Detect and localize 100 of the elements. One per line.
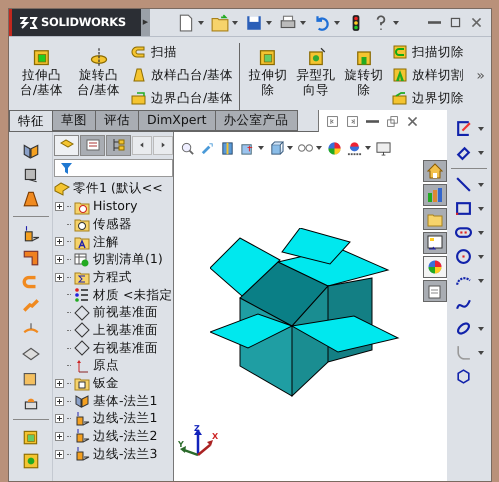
tree-item[interactable]: 前视基准面 — [93, 303, 158, 322]
sketch-tool-button[interactable] — [454, 120, 484, 137]
command-button[interactable]: 拉伸凸台/基体 — [17, 43, 66, 97]
tab[interactable]: 草图 — [52, 110, 96, 131]
command-button[interactable]: 异型孔向导 — [296, 43, 336, 97]
command-button[interactable]: 拉伸切除 — [248, 43, 288, 97]
caret-icon[interactable] — [316, 146, 322, 150]
view-button[interactable] — [220, 140, 235, 156]
viewport-window-button[interactable] — [405, 114, 419, 128]
task-pane-tab[interactable] — [423, 280, 447, 302]
caret-icon[interactable] — [232, 20, 238, 24]
minimize-icon — [428, 21, 440, 24]
tree-item[interactable]: 材质 <未指定 — [93, 286, 172, 304]
command-button[interactable]: 旋转切除 — [344, 43, 384, 97]
loft-icon — [131, 67, 147, 83]
panel-tab[interactable] — [106, 134, 131, 156]
view-button[interactable] — [347, 140, 371, 156]
sketch-tool-button[interactable] — [454, 144, 484, 161]
command-button[interactable]: 扫描切除 — [392, 43, 464, 61]
expand-toggle[interactable] — [54, 396, 64, 406]
caret-icon[interactable] — [478, 182, 484, 186]
tab[interactable]: 特征 — [9, 110, 53, 131]
tree-item[interactable]: 基体-法兰1 — [93, 392, 158, 410]
window-button[interactable] — [469, 16, 483, 30]
command-button[interactable]: 边界切除 — [392, 89, 464, 107]
toolbar-button[interactable] — [22, 249, 40, 267]
expand-toggle[interactable] — [54, 414, 64, 424]
panel-tab[interactable] — [54, 134, 79, 156]
caret-icon[interactable] — [198, 20, 204, 24]
more-commands[interactable]: » — [476, 66, 485, 87]
caret-icon[interactable] — [365, 146, 371, 150]
task-pane-tab[interactable] — [423, 160, 447, 182]
view-button[interactable] — [269, 140, 293, 156]
sketch-tool-button[interactable] — [454, 248, 484, 265]
tree-item[interactable]: 原点 — [93, 356, 119, 376]
tab[interactable]: 办公室产品 — [214, 110, 298, 131]
window-button[interactable] — [448, 16, 462, 30]
toolbar-button[interactable] — [22, 142, 40, 160]
sketch-tool-button[interactable] — [454, 224, 484, 241]
tree-item[interactable]: 边线-法兰1 — [93, 409, 158, 428]
tree-item[interactable]: 传感器 — [93, 214, 132, 234]
task-pane-tab[interactable] — [423, 232, 447, 254]
section-icon — [220, 140, 235, 156]
circle-icon — [454, 248, 472, 265]
caret-icon[interactable] — [258, 146, 264, 150]
expand-toggle[interactable] — [54, 202, 64, 212]
tree-item[interactable]: 方程式 — [93, 268, 132, 287]
viewport-window-button[interactable] — [385, 114, 399, 128]
sketch-tool-button[interactable] — [454, 200, 484, 217]
sketch-tool-button[interactable] — [454, 176, 484, 193]
expand-toggle[interactable] — [54, 255, 64, 264]
caret-icon[interactable] — [393, 20, 399, 24]
caret-icon[interactable] — [478, 230, 484, 234]
tree-item[interactable]: 上视基准面 — [93, 320, 158, 340]
viewport-window-button[interactable] — [345, 114, 359, 128]
command-button[interactable]: 放样切割 — [392, 66, 464, 84]
color-ball-icon — [427, 259, 443, 275]
caret-icon[interactable] — [478, 350, 484, 354]
caret-icon[interactable] — [478, 150, 484, 154]
panel-tab[interactable] — [80, 134, 105, 156]
polygon-icon — [454, 368, 472, 385]
caret-icon[interactable] — [287, 146, 293, 150]
view-button[interactable] — [376, 140, 391, 156]
expand-toggle[interactable] — [54, 272, 64, 282]
view-button[interactable] — [298, 144, 322, 152]
expand-toggle[interactable] — [54, 450, 64, 459]
tree-item[interactable]: 切割清单(1) — [93, 250, 163, 269]
caret-icon[interactable] — [334, 20, 340, 24]
view-button[interactable] — [180, 140, 195, 156]
sketch-tool-button[interactable] — [454, 320, 484, 337]
tree-item[interactable]: 边线-法兰3 — [93, 444, 158, 464]
caret-icon[interactable] — [266, 20, 272, 24]
tree-item[interactable]: 右视基准面 — [93, 338, 158, 358]
expand-toggle[interactable] — [54, 432, 64, 441]
flange-icon — [74, 410, 90, 427]
tree-item[interactable]: 边线-法兰2 — [93, 427, 158, 446]
viewport-window-button[interactable] — [325, 114, 339, 128]
tab[interactable]: DimXpert — [138, 110, 216, 131]
toolbar-button[interactable] — [22, 190, 40, 208]
caret-icon[interactable] — [478, 326, 484, 330]
toolbar-button[interactable] — [22, 345, 40, 363]
command-button[interactable]: 扫描 — [131, 43, 234, 61]
view-button[interactable] — [327, 140, 342, 156]
tree-item[interactable]: History — [93, 197, 138, 216]
expand-toggle[interactable] — [54, 237, 64, 246]
caret-icon[interactable] — [478, 254, 484, 258]
expand-toggle[interactable] — [54, 378, 64, 388]
command-button[interactable]: 放样凸台/基体 — [131, 66, 234, 84]
command-button[interactable]: 旋转凸台/基体 — [74, 43, 123, 97]
tree-item[interactable]: 零件1 (默认<< — [73, 179, 163, 198]
tree-item[interactable]: 钣金 — [93, 374, 119, 393]
sketch-tool-button[interactable] — [454, 344, 484, 361]
caret-icon[interactable] — [300, 20, 306, 24]
caret-icon[interactable] — [478, 206, 484, 210]
filter-field[interactable] — [54, 159, 173, 177]
command-button[interactable]: 边界凸台/基体 — [131, 89, 234, 107]
tree-item[interactable]: 注解 — [93, 232, 119, 252]
tab[interactable]: 评估 — [95, 110, 139, 131]
caret-icon[interactable] — [478, 278, 484, 282]
caret-icon[interactable] — [478, 126, 484, 130]
